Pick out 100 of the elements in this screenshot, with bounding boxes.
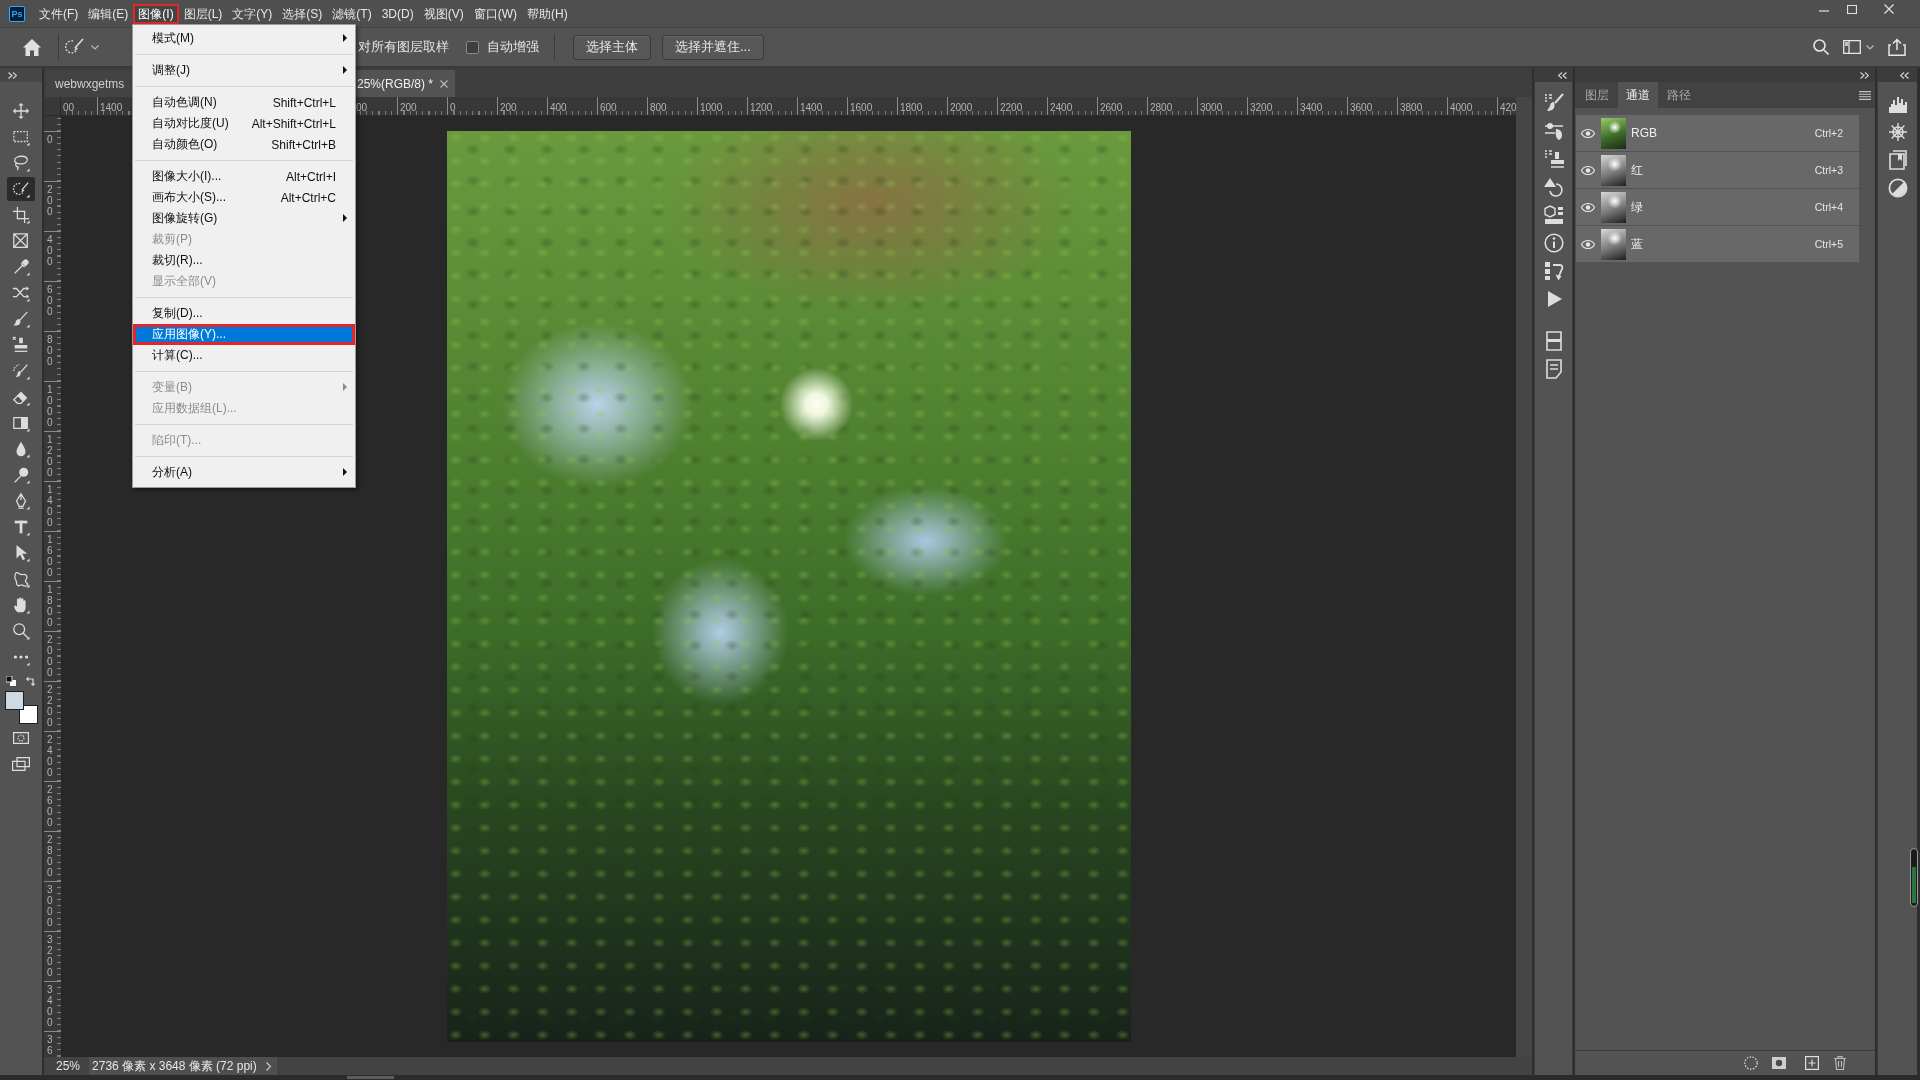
ruler-label: 420 [1500,102,1516,113]
sliders-icon[interactable] [1543,121,1564,141]
stamp-list-icon[interactable] [1543,149,1564,169]
split-rectangle-icon[interactable] [1543,331,1564,351]
menu-item[interactable]: 图像旋转(G) [133,208,355,229]
dashed-arc-brush-icon[interactable] [7,177,35,201]
shortcut-text: Ctrl+3 [1814,164,1843,176]
menu-icon[interactable] [1859,90,1871,100]
book-icon[interactable] [1887,150,1908,170]
half-circle-icon[interactable] [1887,178,1908,198]
menu-item[interactable]: 自动对比度(U) Alt+Shift+Ctrl+L [133,113,355,134]
channel-name: 蓝 [1631,235,1643,253]
swap-arrows-icon[interactable] [26,676,36,686]
squares-arrow-icon[interactable] [1543,261,1564,281]
menu-item[interactable]: 分析(A) [133,462,355,483]
ruler-label: 2800 [47,834,54,878]
ruler-label: 2600 [1100,102,1123,113]
eye-icon[interactable] [1581,202,1595,212]
color-swatch[interactable] [4,691,24,710]
document-tab[interactable]: webwxgetms [46,70,132,97]
shortcut-text: Alt+Ctrl+C [280,190,336,205]
color-swatch[interactable] [18,705,38,724]
channel-row[interactable]: 绿 Ctrl+4 [1576,189,1859,225]
caret-icon[interactable] [1866,44,1874,50]
add-icon[interactable] [1805,1056,1819,1070]
dotted-circle-frame-icon[interactable] [13,732,29,744]
eye-icon[interactable] [1581,165,1595,175]
menu-item[interactable]: 计算(C)... [133,345,355,366]
menu-item[interactable]: 应用图像(Y)... [133,324,355,345]
overlapping-squares-icon[interactable] [6,676,16,686]
panel-tab[interactable]: 路径 [1659,82,1699,108]
double-chevron-icon[interactable] [1558,71,1567,79]
panel-layout-icon[interactable] [1843,40,1861,54]
menu-bar-item[interactable]: 文字(Y) [227,3,278,24]
dotted-circle-icon[interactable] [1744,1056,1758,1070]
close-icon[interactable] [440,79,449,88]
shortcut-text: Ctrl+2 [1814,127,1843,139]
channel-row[interactable]: 红 Ctrl+3 [1576,152,1859,188]
rectangle-circle-icon[interactable] [1772,1057,1786,1069]
ruler-label: 3000 [47,884,54,928]
home-icon[interactable] [23,38,41,56]
menu-bar-item[interactable]: 图层(L) [178,3,228,24]
wheel-icon[interactable] [1887,122,1908,142]
ruler-label: 2600 [47,784,54,828]
menu-item[interactable]: 自动颜色(O) Shift+Ctrl+B [133,134,355,155]
menu-bar-item[interactable]: 选择(S) [277,3,328,24]
channel-row[interactable]: 蓝 Ctrl+5 [1576,226,1859,262]
info-icon[interactable] [1543,233,1564,253]
channel-name: 绿 [1631,198,1643,216]
panel-tab[interactable]: 通道 [1618,82,1658,108]
menu-item[interactable]: 自动色调(N) Shift+Ctrl+L [133,92,355,113]
dashed-arc-brush-icon[interactable] [65,38,85,56]
menu-bar-item[interactable]: 图像(I) [133,3,179,24]
eye-icon[interactable] [1581,239,1595,249]
menu-bar-item[interactable]: 滤镜(T) [327,3,377,24]
zoom-level: 25% [56,1059,81,1073]
share-icon[interactable] [1888,38,1906,56]
eye-icon[interactable] [1581,128,1595,138]
trash-icon[interactable] [1834,1056,1846,1070]
menu-bar-item[interactable]: 视图(V) [418,3,469,24]
brush-list-icon[interactable] [1543,93,1564,113]
double-chevron-icon[interactable] [1900,71,1909,79]
menu-item[interactable]: 模式(M) [133,28,355,49]
ruler-label: 1200 [750,102,773,113]
histogram-icon[interactable] [1887,94,1908,114]
option-button[interactable]: 选择主体 [573,34,651,60]
ruler-label: 3200 [47,934,54,978]
channel-name: RGB [1631,126,1657,140]
menu-item[interactable]: 裁切(R)... [133,250,355,271]
panel-tab[interactable]: 图层 [1577,82,1617,108]
menu-item[interactable]: 图像大小(I)... Alt+Ctrl+I [133,166,355,187]
overlapping-frames-icon[interactable] [12,757,30,771]
menu-item[interactable]: 调整(J) [133,60,355,81]
ruler-label: 3400 [1300,102,1323,113]
cube-list-icon[interactable] [1543,205,1564,225]
menu-bar-item[interactable]: 文件(F) [34,3,84,24]
option-button[interactable]: 选择并遮住... [662,34,764,60]
thumbnail-placeholder [1601,191,1626,223]
double-chevron-icon[interactable] [1860,71,1869,79]
channel-row[interactable]: RGB Ctrl+2 [1576,115,1859,151]
chevron-icon[interactable] [266,1061,272,1071]
maximize-icon[interactable] [1847,5,1857,14]
menu-bar-item[interactable]: 帮助(H) [522,3,573,24]
menu-bar-item[interactable]: 3D(D) [376,3,419,24]
notes-icon[interactable] [1543,359,1564,379]
close-icon[interactable] [1884,4,1894,14]
menu-bar-item[interactable]: 窗口(W) [468,3,522,24]
double-chevron-icon[interactable] [8,71,17,79]
checkbox[interactable] [466,40,479,54]
ruler-label: 1600 [850,102,873,113]
menu-item[interactable]: 画布大小(S)... Alt+Ctrl+C [133,187,355,208]
caret-icon[interactable] [91,44,99,50]
thumbnail-placeholder [1601,154,1626,186]
menu-item[interactable]: 复制(D)... [133,303,355,324]
shapes-icon[interactable] [1543,177,1564,197]
search-icon[interactable] [1813,39,1829,55]
ruler-label: 00 [63,102,75,113]
ruler-label: 1800 [900,102,923,113]
menu-bar-item[interactable]: 编辑(E) [83,3,134,24]
document-tab[interactable]: 25%(RGB/8) * [356,70,455,97]
